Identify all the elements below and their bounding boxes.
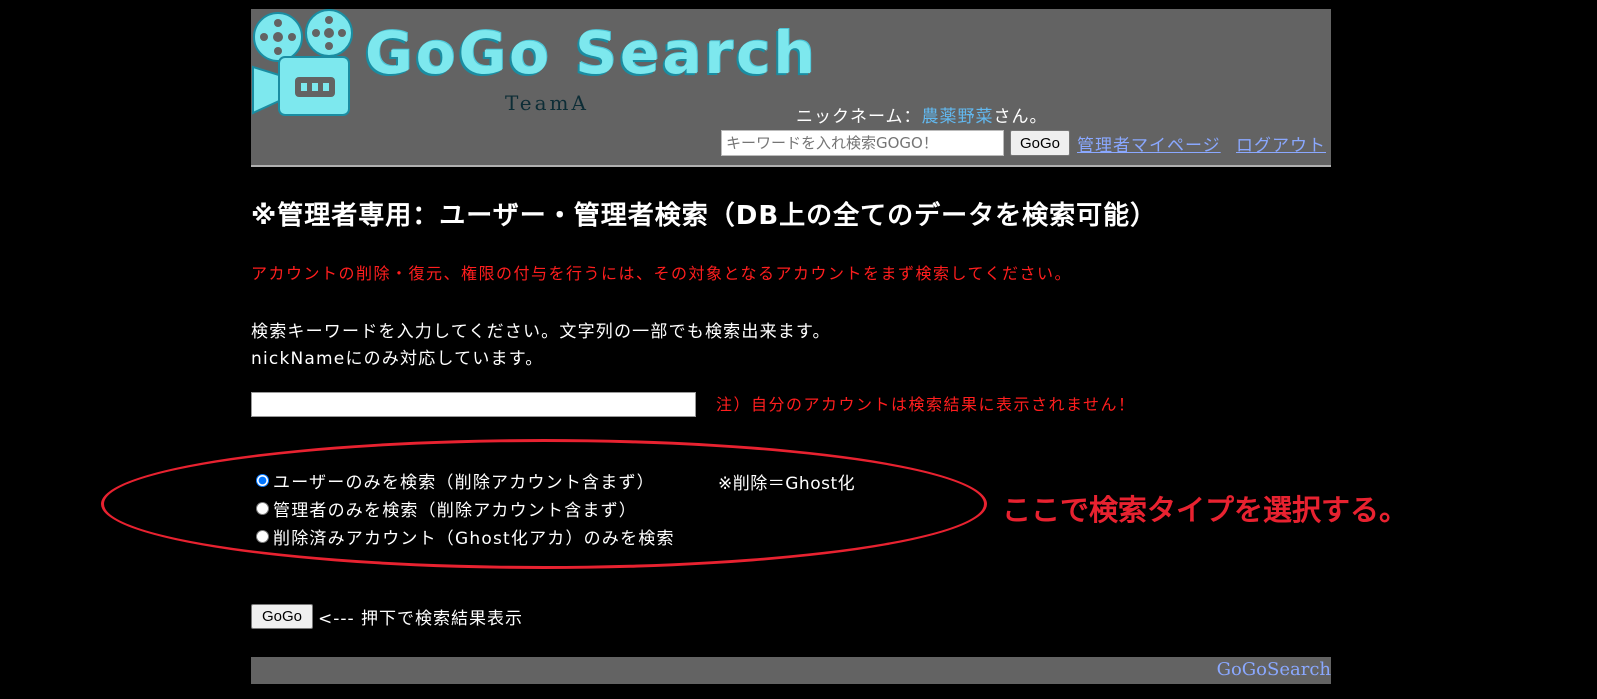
warning-message: アカウントの削除・復元、権限の付与を行うには、その対象となるアカウントをまず検索… [251,264,1073,283]
search-instruction: 検索キーワードを入力してください。文字列の一部でも検索出来ます。 [251,322,831,342]
admin-mypage-link[interactable]: 管理者マイページ [1077,131,1221,156]
nickname-suffix: さん。 [993,107,1048,127]
nickname-line: ニックネーム：農薬野菜さん。 [796,102,1048,127]
site-footer: GoGoSearch [251,657,1331,684]
own-account-note: 注）自分のアカウントは検索結果に表示されません！ [716,395,1136,414]
logout-link[interactable]: ログアウト [1236,131,1326,156]
team-label: TeamA [505,91,589,115]
movie-camera-logo-icon[interactable] [251,9,361,119]
logo-title[interactable]: GoGo Search [365,19,818,87]
site-header: GoGo Search TeamA ニックネーム：農薬野菜さん。 GoGo 管理… [251,9,1331,167]
search-scope-note: nickNameにのみ対応しています。 [251,349,544,369]
header-search-input[interactable] [721,130,1004,156]
search-submit-button[interactable]: GoGo [251,604,313,629]
header-search-button[interactable]: GoGo [1010,130,1070,156]
keyword-input[interactable] [251,392,696,417]
nickname-value: 農薬野菜 [921,107,994,127]
nickname-prefix: ニックネーム： [796,107,922,127]
annotation-ellipse [101,439,987,569]
footer-brand: GoGoSearch [1216,659,1331,680]
submit-hint: <--- 押下で検索結果表示 [318,609,524,629]
page-title: ※管理者専用：ユーザー・管理者検索（DB上の全てのデータを検索可能） [251,201,1158,231]
annotation-text: ここで検索タイプを選択する。 [1002,493,1409,527]
